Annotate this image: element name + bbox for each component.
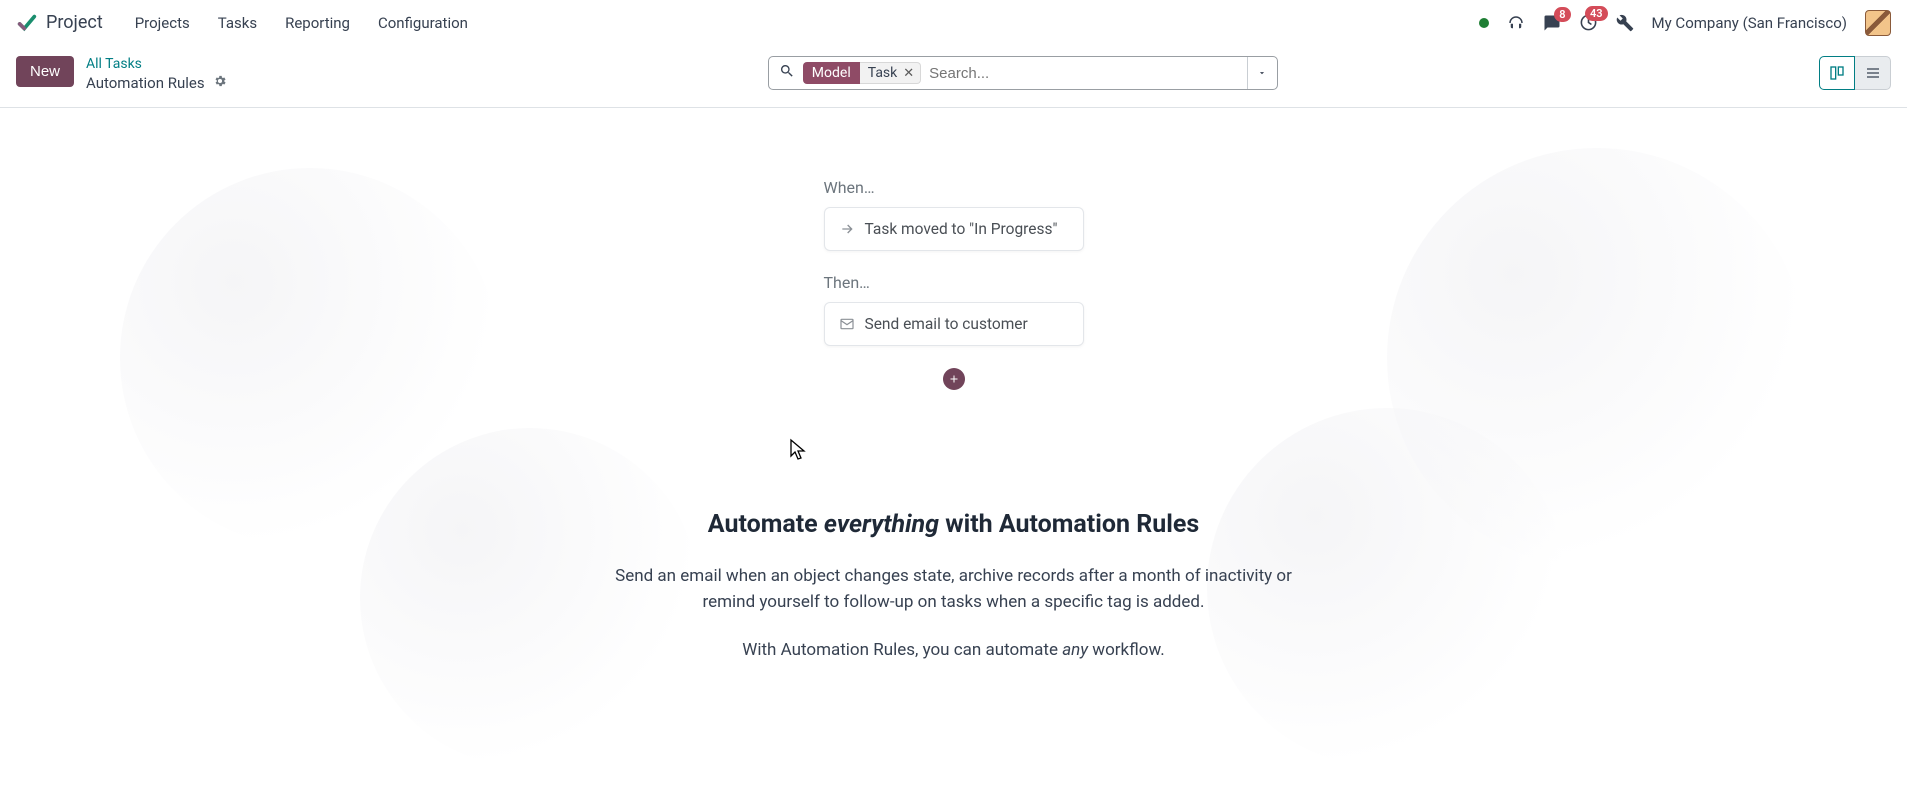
empty-headline: Automate everything with Automation Rule…	[708, 510, 1199, 539]
add-action-button[interactable]	[943, 368, 965, 390]
cp-left: New All Tasks Automation Rules	[16, 56, 227, 93]
debug-icon[interactable]	[1616, 14, 1634, 32]
main-menu: Projects Tasks Reporting Configuration	[135, 14, 468, 32]
search-facet-label: Model	[803, 62, 860, 84]
headline-post: with Automation Rules	[939, 510, 1199, 539]
view-kanban-button[interactable]	[1819, 56, 1855, 90]
when-card: Task moved to "In Progress"	[824, 207, 1084, 251]
arrow-right-icon	[839, 221, 855, 237]
search-facet-value: Task ✕	[860, 62, 921, 84]
menu-configuration[interactable]: Configuration	[378, 14, 468, 32]
para2-em: any	[1062, 640, 1088, 660]
para2-post: workflow.	[1088, 640, 1165, 660]
cp-right	[1819, 56, 1891, 90]
topnav-right: 8 43 My Company (San Francisco)	[1479, 10, 1891, 36]
envelope-icon	[839, 316, 855, 332]
app-logo-icon[interactable]	[16, 12, 38, 34]
activities-icon[interactable]: 43	[1579, 13, 1598, 32]
menu-tasks[interactable]: Tasks	[218, 14, 257, 32]
voip-icon[interactable]	[1507, 14, 1525, 32]
search-icon	[769, 63, 803, 83]
search-facet-remove-icon[interactable]: ✕	[903, 66, 914, 81]
breadcrumb-current: Automation Rules	[86, 74, 205, 93]
presence-dot-icon[interactable]	[1479, 18, 1489, 28]
menu-reporting[interactable]: Reporting	[285, 14, 350, 32]
breadcrumbs: All Tasks Automation Rules	[86, 56, 227, 93]
view-list-button[interactable]	[1855, 56, 1891, 90]
topnav-left: Project Projects Tasks Reporting Configu…	[16, 12, 468, 34]
control-panel: New All Tasks Automation Rules Model Tas…	[0, 46, 1907, 108]
breadcrumb-parent[interactable]: All Tasks	[86, 56, 227, 74]
activities-badge: 43	[1585, 6, 1608, 21]
messages-badge: 8	[1554, 7, 1570, 22]
menu-projects[interactable]: Projects	[135, 14, 190, 32]
then-card: Send email to customer	[824, 302, 1084, 346]
search-bar[interactable]: Model Task ✕	[768, 56, 1278, 90]
new-button[interactable]: New	[16, 56, 74, 87]
search-input[interactable]	[921, 65, 1247, 82]
messages-icon[interactable]: 8	[1543, 14, 1561, 32]
empty-para2: With Automation Rules, you can automate …	[742, 640, 1164, 660]
gear-icon[interactable]	[213, 74, 227, 94]
when-text: Task moved to "In Progress"	[865, 220, 1058, 238]
cp-center: Model Task ✕	[227, 56, 1819, 90]
rule-preview: When… Task moved to "In Progress" Then… …	[824, 178, 1084, 390]
company-switcher[interactable]: My Company (San Francisco)	[1652, 14, 1847, 32]
app-name[interactable]: Project	[46, 12, 103, 33]
para2-pre: With Automation Rules, you can automate	[742, 640, 1062, 660]
headline-em: everything	[824, 510, 939, 539]
search-options-toggle[interactable]	[1247, 57, 1277, 89]
user-avatar[interactable]	[1865, 10, 1891, 36]
topnav: Project Projects Tasks Reporting Configu…	[0, 0, 1907, 46]
when-label: When…	[824, 178, 1084, 197]
main-area: When… Task moved to "In Progress" Then… …	[0, 108, 1907, 808]
then-label: Then…	[824, 273, 1084, 292]
headline-pre: Automate	[708, 510, 824, 539]
empty-para1: Send an email when an object changes sta…	[604, 563, 1304, 616]
search-facet-value-text: Task	[868, 65, 898, 81]
then-text: Send email to customer	[865, 315, 1028, 333]
cursor-pointer-icon	[789, 438, 809, 462]
empty-state: When… Task moved to "In Progress" Then… …	[0, 108, 1907, 660]
